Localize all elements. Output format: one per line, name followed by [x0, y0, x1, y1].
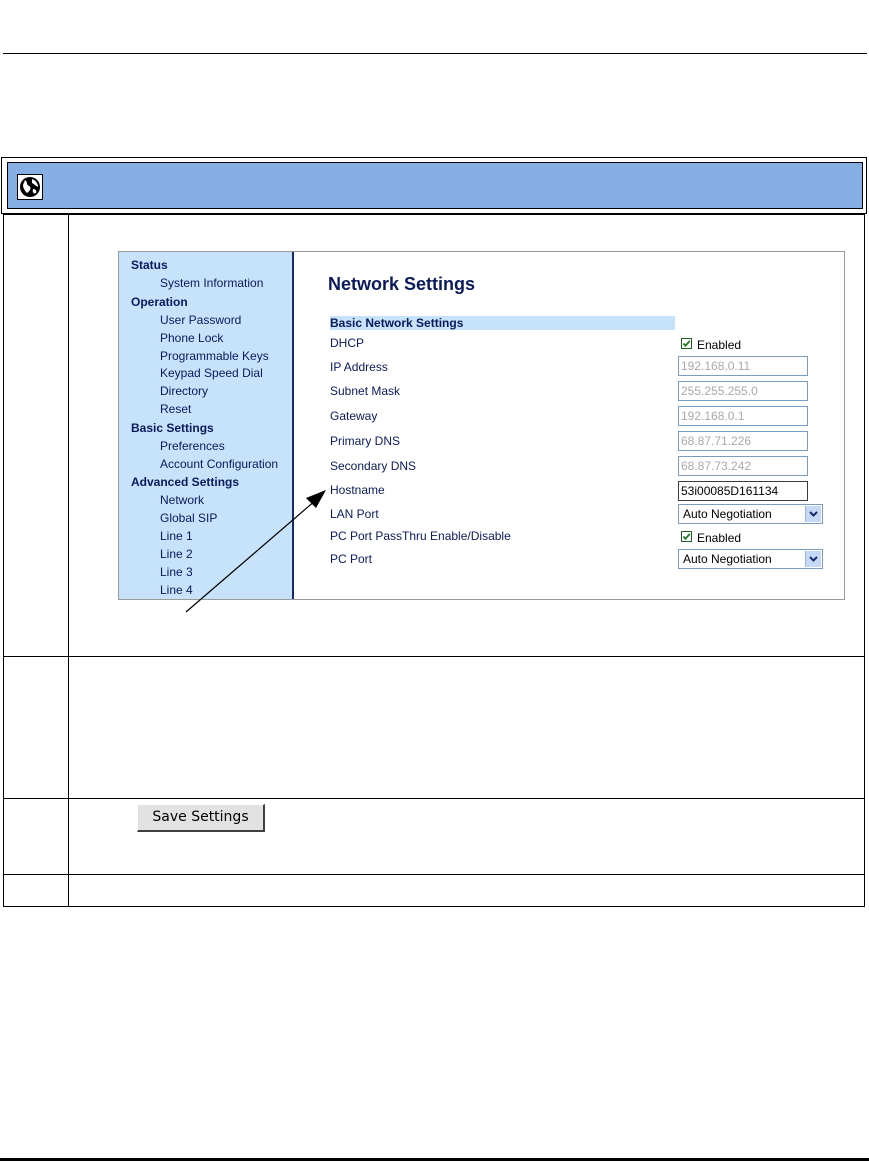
callout-arrow [185, 490, 326, 613]
save-settings-button[interactable]: Save Settings [137, 804, 265, 832]
bottom-rule [0, 1158, 869, 1161]
